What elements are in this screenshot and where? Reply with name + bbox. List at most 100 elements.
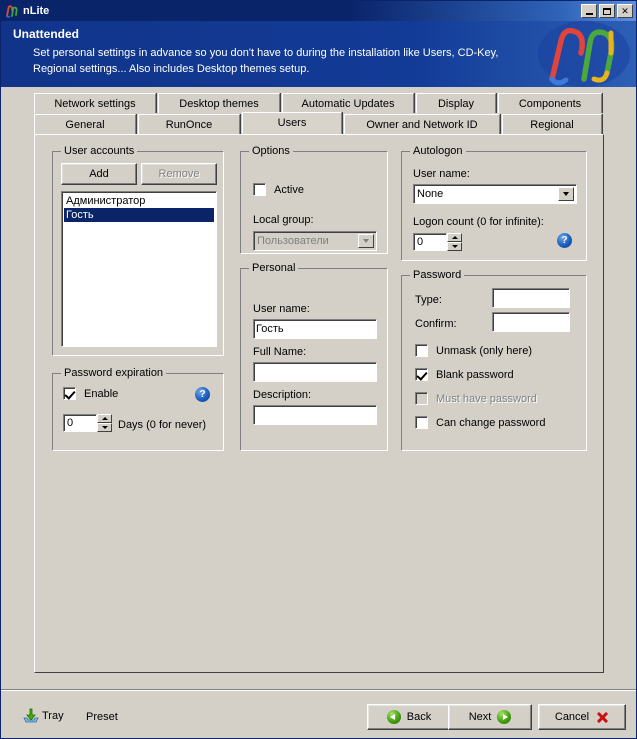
- user-name-input[interactable]: Гость: [253, 319, 377, 339]
- tab-users[interactable]: Users: [242, 112, 342, 134]
- page-description-line1: Set personal settings in advance so you …: [33, 47, 499, 59]
- add-user-button[interactable]: Add: [61, 163, 137, 185]
- tray-label: Tray: [42, 710, 64, 722]
- spin-up-icon[interactable]: [97, 414, 112, 423]
- logon-count-label: Logon count (0 for infinite):: [413, 216, 544, 228]
- tab-owner-and-network-id[interactable]: Owner and Network ID: [344, 114, 500, 134]
- user-accounts-group-label: User accounts: [61, 145, 138, 157]
- tab-automatic-updates[interactable]: Automatic Updates: [282, 93, 414, 113]
- tab-runonce[interactable]: RunOnce: [138, 114, 240, 134]
- autologon-user-name-dropdown[interactable]: None: [413, 184, 577, 204]
- next-button-label: Next: [468, 711, 492, 723]
- tab-network-settings[interactable]: Network settings: [34, 93, 156, 113]
- password-group-label: Password: [410, 269, 465, 281]
- password-checkbox-can-change-password[interactable]: Can change password: [415, 416, 545, 429]
- spin-up-icon[interactable]: [447, 233, 462, 242]
- preset-label: Preset: [86, 711, 118, 723]
- local-group-value: Пользователи: [257, 235, 329, 247]
- checkbox-label: Blank password: [436, 368, 514, 381]
- back-button[interactable]: Back: [367, 704, 451, 730]
- password-confirm-label: Confirm:: [415, 318, 457, 330]
- password-expiration-help-icon[interactable]: ?: [195, 387, 210, 402]
- tab-desktop-themes[interactable]: Desktop themes: [158, 93, 280, 113]
- password-checkbox-unmask-only-here-[interactable]: Unmask (only here): [415, 344, 532, 357]
- user-accounts-group: User accounts Add Remove Администратор Го…: [52, 145, 224, 356]
- local-group-dropdown[interactable]: Пользователи: [253, 231, 377, 251]
- logon-count-value[interactable]: 0: [413, 233, 447, 251]
- page-banner: Unattended Set personal settings in adva…: [1, 21, 636, 87]
- password-expiration-enable-checkbox[interactable]: Enable: [63, 387, 118, 400]
- list-item[interactable]: Гость: [64, 208, 214, 222]
- tab-label: Network settings: [54, 97, 136, 110]
- nlite-main-window: nLite ✕ Unattended Set personal settings…: [0, 0, 637, 739]
- user-accounts-list[interactable]: Администратор Гость: [61, 191, 217, 347]
- checkbox-label: Can change password: [436, 416, 546, 429]
- full-name-label: Full Name:: [253, 346, 307, 358]
- tab-label: Owner and Network ID: [366, 118, 478, 131]
- autologon-user-name-value: None: [417, 188, 444, 200]
- tab-display[interactable]: Display: [416, 93, 496, 113]
- tab-general[interactable]: General: [34, 114, 136, 134]
- spin-down-icon[interactable]: [447, 242, 462, 251]
- password-expiration-days-label: Days (0 for never): [118, 419, 207, 431]
- password-expiration-enable-label: Enable: [84, 387, 119, 400]
- tab-label: Regional: [530, 118, 574, 131]
- minimize-button[interactable]: [581, 4, 597, 18]
- checkbox-label: Unmask (only here): [436, 344, 532, 357]
- tab-label: Automatic Updates: [301, 97, 395, 110]
- tab-label: Display: [437, 97, 475, 110]
- tab-row-1: Network settings Desktop themes Automatic …: [34, 93, 604, 113]
- maximize-button[interactable]: [599, 4, 615, 18]
- chevron-down-icon[interactable]: [358, 234, 374, 248]
- remove-user-button[interactable]: Remove: [141, 163, 217, 185]
- tab-label: RunOnce: [165, 118, 213, 131]
- autologon-group: Autologon User name: None Logon count (0…: [401, 145, 587, 261]
- chevron-down-icon[interactable]: [558, 187, 574, 201]
- password-checkbox-blank-password[interactable]: Blank password: [415, 368, 514, 381]
- remove-user-button-label: Remove: [158, 168, 200, 180]
- password-expiration-days-stepper[interactable]: 0: [63, 414, 112, 432]
- days-value[interactable]: 0: [63, 414, 97, 432]
- description-input[interactable]: [253, 405, 377, 425]
- red-x-icon: [595, 710, 609, 724]
- tab-control: Network settings Desktop themes Automatic …: [34, 93, 604, 673]
- active-checkbox[interactable]: Active: [253, 183, 304, 196]
- bottom-separator: [1, 689, 636, 691]
- window-title: nLite: [23, 5, 50, 17]
- checkbox-box: [415, 368, 428, 381]
- logon-count-spin-buttons[interactable]: [447, 233, 462, 251]
- list-item[interactable]: Администратор: [64, 194, 214, 208]
- preset-button[interactable]: Preset: [86, 711, 118, 723]
- cancel-button[interactable]: Cancel: [538, 704, 626, 730]
- tab-regional[interactable]: Regional: [502, 114, 602, 134]
- cancel-button-label: Cancel: [554, 711, 590, 723]
- page-title: Unattended: [13, 27, 79, 41]
- spin-down-icon[interactable]: [97, 423, 112, 432]
- next-button[interactable]: Next: [448, 704, 532, 730]
- password-expiration-group: Password expiration Enable ? 0 Days (0 f…: [52, 367, 224, 451]
- days-spin-buttons[interactable]: [97, 414, 112, 432]
- help-glyph: ?: [199, 389, 206, 400]
- title-bar: nLite ✕: [1, 1, 636, 21]
- tab-components[interactable]: Components: [498, 93, 602, 113]
- checkbox-label: Must have password: [436, 392, 537, 405]
- password-type-label: Type:: [415, 294, 442, 306]
- options-group-label: Options: [249, 145, 293, 157]
- tab-label: General: [65, 118, 105, 131]
- full-name-input[interactable]: [253, 362, 377, 382]
- tray-button[interactable]: Tray: [23, 708, 64, 724]
- password-confirm-input[interactable]: [492, 312, 570, 332]
- checkbox-box: [415, 392, 428, 405]
- tab-label: Users: [277, 117, 307, 129]
- autologon-user-name-label: User name:: [413, 168, 470, 180]
- password-type-input[interactable]: [492, 288, 570, 308]
- close-button[interactable]: ✕: [617, 4, 633, 18]
- local-group-label: Local group:: [253, 214, 314, 226]
- autologon-help-icon[interactable]: ?: [557, 233, 572, 248]
- logon-count-stepper[interactable]: 0: [413, 233, 462, 251]
- close-icon: ✕: [621, 6, 629, 16]
- tab-row-2: General RunOnce Users Owner and Network ID R…: [34, 112, 604, 134]
- nlite-logo-icon: [4, 3, 20, 19]
- tray-download-icon: [23, 708, 39, 724]
- tab-label: Components: [518, 97, 582, 110]
